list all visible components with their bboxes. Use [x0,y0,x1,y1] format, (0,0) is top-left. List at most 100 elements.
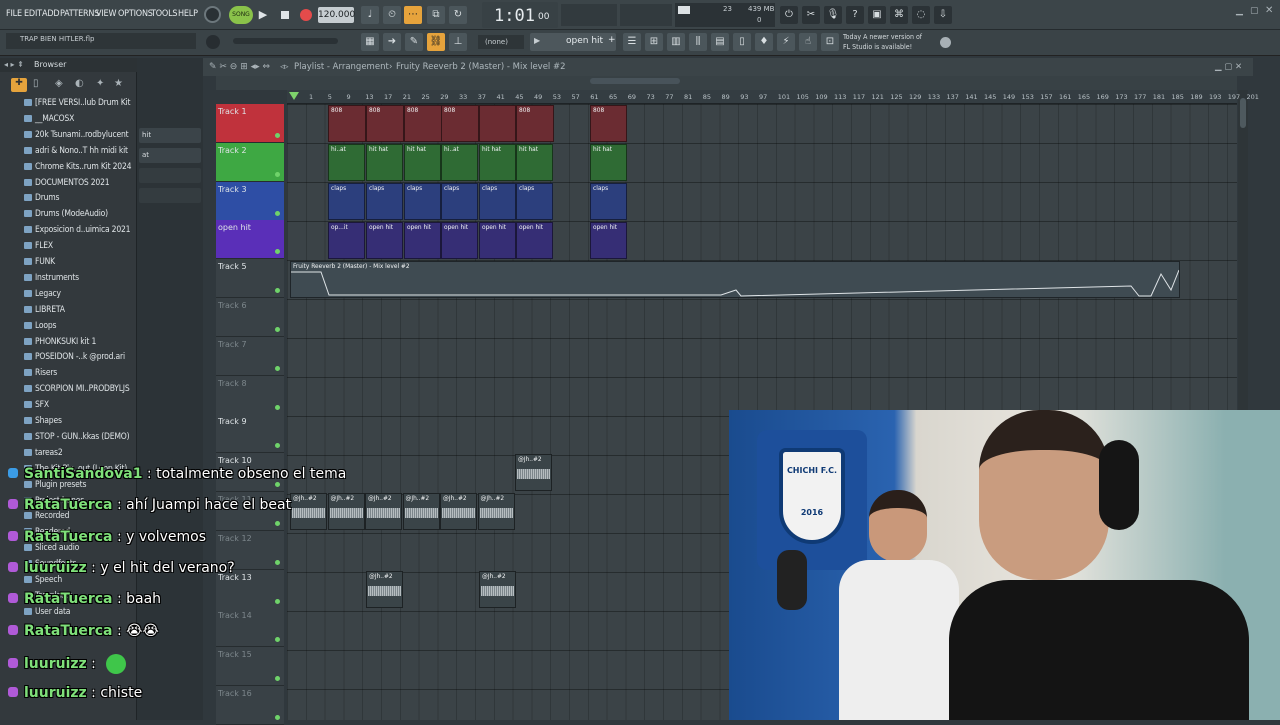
picker-item[interactable] [139,188,201,203]
master-pitch-slider[interactable] [233,38,338,44]
stop-icon[interactable] [276,6,294,24]
timeline-ruler[interactable]: 1 5 9 13 17 21 25 29 33 37 41 45 49 53 57 61 65 69 73 77 81 8… [287,90,1259,104]
browser-item[interactable]: tareas2 [24,448,63,462]
pencil-icon[interactable]: ✎ [405,33,423,51]
browser-all-icon[interactable]: ✚ [11,78,27,92]
browser-star-icon[interactable]: ✦ [96,78,104,89]
track-header[interactable]: Track 3 [216,181,284,221]
track-header[interactable]: Track 8 [216,375,284,415]
tempo-display[interactable]: 120.000 [318,7,355,23]
playlist-scroll-thumb[interactable] [590,78,680,84]
pattern-clip-open-hit[interactable]: open hit [404,222,441,259]
pattern-clip-hihat[interactable]: hi..at [441,144,478,181]
audio-clip[interactable]: @Jh..#2 [479,571,516,608]
track-mute-indicator[interactable] [275,171,280,177]
browser-item[interactable]: Drums (ModeAudio) [24,209,108,223]
touch-icon[interactable]: ☝ [799,33,817,51]
browser-item[interactable]: adri & Nono..T hh midi kit [24,146,128,160]
window-restore-icon[interactable]: ▢ [1250,6,1259,16]
audio-clip[interactable]: @Jh..#2 [402,493,440,530]
pattern-clip-808[interactable]: 808 [366,105,404,142]
update-hint[interactable]: Today A newer version of FL Studio is av… [843,32,939,54]
browser-item[interactable]: 20k Tsunami..rodbylucent [24,130,129,144]
pattern-selector-none[interactable]: (none) [478,35,524,49]
pattern-clip-808[interactable]: 808 [516,105,554,142]
menu-tools[interactable]: TOOLS [151,9,178,19]
add-pattern-icon[interactable]: + [608,35,616,45]
browser-tags-icon[interactable]: ◈ [55,78,63,89]
wait-input-icon[interactable]: ⏲ [383,6,401,24]
browser-item[interactable]: FUNK [24,257,55,271]
browser-item[interactable]: SCORPION MI..PRODBYLJS [24,384,130,398]
power-icon[interactable]: ⏻ [780,6,798,24]
metronome-icon[interactable]: ♩ [361,6,379,24]
browser-search-icon[interactable]: ◐ [75,78,84,89]
pattern-clip-claps[interactable]: claps [328,183,365,220]
browser-item[interactable]: DOCUMENTOS 2021 [24,178,110,192]
help-icon[interactable]: ? [846,6,864,24]
track-header[interactable]: Track 7 [216,336,284,376]
browser-item[interactable]: POSEIDON -..k @prod.ari [24,352,125,366]
pattern-clip-808[interactable]: 808 [590,105,627,142]
pattern-clip-open-hit[interactable]: open hit [366,222,403,259]
audio-clip[interactable]: @Jh..#2 [365,493,402,530]
update-icon[interactable] [940,37,951,48]
mic-icon[interactable]: 🎙 [824,6,842,24]
pattern-clip-hihat[interactable]: hit hat [404,144,441,181]
plugin-icon[interactable]: ♦ [755,33,773,51]
time-display[interactable]: 1:01 00 [482,2,558,28]
pattern-clip-808[interactable]: 808 [404,105,442,142]
window-close-icon[interactable]: ✕ [1265,5,1273,16]
arrow-icon[interactable]: ➜ [383,33,401,51]
track-header[interactable]: Track 9 [216,414,284,454]
browser-menu-icon[interactable]: ◂ ▸ ⇞ [4,58,24,72]
pattern-clip-808[interactable]: 808 [328,105,366,142]
playlist-window-controls[interactable]: ▁ ▢ ✕ [1215,58,1242,76]
file-icon[interactable]: ▯ [733,33,751,51]
menu-file[interactable]: FILE [6,9,22,19]
track-header[interactable]: open hit [216,220,284,260]
browser-item[interactable]: STOP - GUN..kkas (DEMO) [24,432,130,446]
browser-item[interactable]: FLEX [24,241,53,255]
playhead-marker[interactable] [289,92,299,100]
track-mute-indicator[interactable] [275,288,280,294]
chat-icon[interactable]: ◌ [912,6,930,24]
piano-icon[interactable]: ▥ [667,33,685,51]
play-icon[interactable]: ▶ [254,6,272,24]
pattern-clip-claps[interactable]: claps [366,183,403,220]
audio-clip[interactable]: @Jh..#2 [477,493,515,530]
pattern-clip-claps[interactable]: claps [479,183,516,220]
pattern-clip-claps[interactable]: claps [441,183,478,220]
pattern-clip-808[interactable] [479,105,516,142]
track-mute-indicator[interactable] [275,327,280,332]
picker-item-at[interactable]: at [139,148,201,163]
pattern-clip-hihat[interactable]: hit hat [366,144,403,181]
tools-icon[interactable]: ✂ [802,6,820,24]
menu-edit[interactable]: EDIT [24,9,42,19]
loop-record-icon[interactable]: ↻ [449,6,467,24]
download-icon[interactable]: ⇩ [934,6,952,24]
blend-notes-icon[interactable]: ⧉ [427,6,445,24]
pattern-clip-claps[interactable]: claps [590,183,627,220]
pattern-clip-hihat[interactable]: hit hat [516,144,553,181]
browser-item[interactable]: LIBRETA [24,305,65,319]
browser-item[interactable]: [FREE VERSI..lub Drum Kit [24,98,130,112]
automation-clip[interactable]: Fruity Reeverb 2 (Master) - Mix level #2 [290,261,1180,298]
pattern-clip-open-hit[interactable]: open hit [441,222,478,259]
audio-clip[interactable]: @Jh..#2 [515,454,552,491]
pitch-knob[interactable] [206,35,220,49]
midi-icon[interactable]: ⌘ [890,6,908,24]
track-mute-indicator[interactable] [275,249,280,255]
menu-add[interactable]: ADD [42,9,60,19]
play-pattern-icon[interactable]: ▶ [534,36,540,45]
browser-fav-icon[interactable]: ★ [114,78,123,89]
pattern-clip-hihat[interactable]: hit hat [479,144,516,181]
record-icon[interactable] [297,6,315,24]
pattern-clip-open-hit[interactable]: open hit [590,222,627,259]
track-header[interactable]: Track 1 [216,104,284,143]
pattern-clip-open-hit[interactable]: open hit [479,222,516,259]
picker-item[interactable] [139,168,201,183]
channel-rack-icon[interactable]: ⊞ [645,33,663,51]
track-mute-indicator[interactable] [275,210,280,216]
browser-item[interactable]: PHONKSUKI kit 1 [24,337,96,351]
